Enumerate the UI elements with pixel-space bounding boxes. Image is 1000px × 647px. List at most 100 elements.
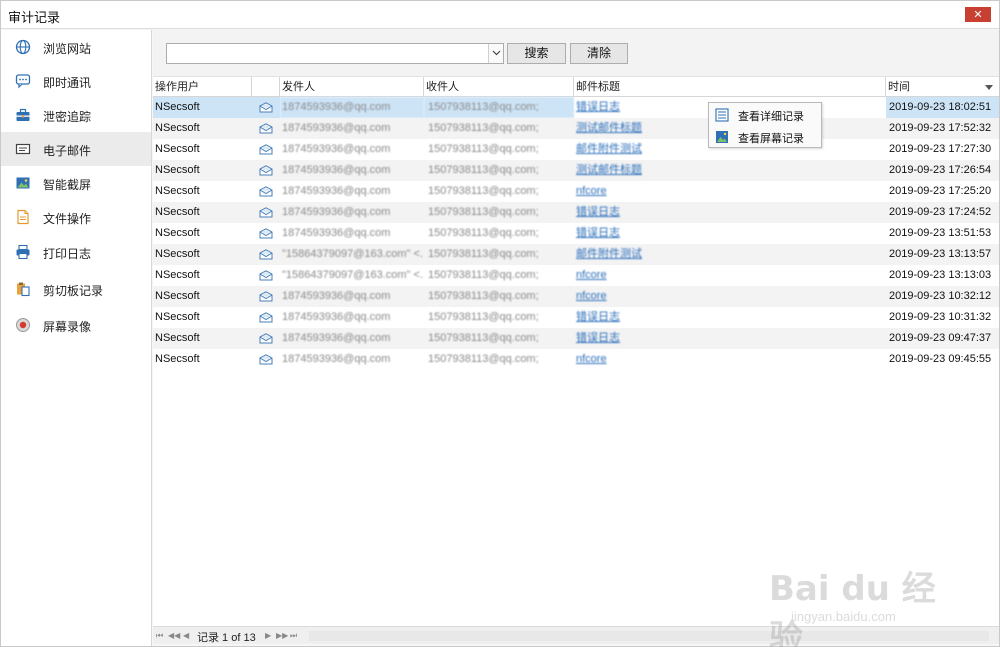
sidebar-item-email[interactable]: 电子邮件 bbox=[1, 132, 151, 166]
table-row[interactable]: NSecsoft "15864379097@163.com" <... 150793… bbox=[153, 265, 999, 286]
cell-subject-link[interactable]: 错误日志 bbox=[574, 223, 886, 244]
cell-time: 2019-09-23 18:02:51 bbox=[886, 97, 999, 118]
cell-user: NSecsoft bbox=[155, 353, 200, 365]
next-page-button[interactable]: ▶ bbox=[265, 631, 271, 641]
table-row[interactable]: NSecsoft 1874593936@qq.com 1507938113@qq.c… bbox=[153, 349, 999, 370]
sort-descending-icon bbox=[985, 85, 993, 90]
menu-item-view-screen[interactable]: 查看屏幕记录 bbox=[709, 126, 821, 148]
cell-subject-link[interactable]: nfcore bbox=[574, 349, 886, 370]
prev-page-button[interactable]: ◀ bbox=[183, 631, 189, 641]
dropdown-button[interactable] bbox=[488, 44, 503, 63]
cell-time: 2019-09-23 10:31:32 bbox=[889, 311, 992, 323]
cell-subject-link[interactable]: 错误日志 bbox=[574, 328, 886, 349]
sidebar-item-print-log[interactable]: 打印日志 bbox=[1, 235, 151, 269]
cell-user: NSecsoft bbox=[155, 290, 200, 302]
table-row[interactable]: NSecsoft 1874593936@qq.com 1507938113@qq.c… bbox=[153, 139, 999, 160]
cell-time: 2019-09-23 17:25:20 bbox=[889, 185, 992, 197]
cell-subject-link[interactable]: nfcore bbox=[574, 286, 886, 307]
search-input[interactable] bbox=[169, 45, 487, 62]
cell-time: 2019-09-23 10:32:12 bbox=[889, 290, 992, 302]
envelope-icon bbox=[259, 249, 273, 260]
cell-time: 2019-09-23 17:26:54 bbox=[889, 164, 992, 176]
sidebar-item-browse[interactable]: 浏览网站 bbox=[1, 30, 151, 64]
table-row[interactable]: NSecsoft 1874593936@qq.com 1507938113@qq.c… bbox=[153, 202, 999, 223]
cell-subject-link[interactable]: 邮件附件测试 bbox=[574, 244, 886, 265]
table-row[interactable]: NSecsoft "15864379097@163.com" <... 150793… bbox=[153, 244, 999, 265]
cell-to: 1507938113@qq.com; bbox=[428, 143, 539, 155]
cell-icon bbox=[252, 202, 280, 223]
search-button[interactable]: 搜索 bbox=[507, 43, 566, 64]
email-icon bbox=[15, 143, 31, 155]
column-header-to[interactable]: 收件人 bbox=[424, 77, 574, 97]
table-row[interactable]: NSecsoft 1874593936@qq.com 1507938113@qq.c… bbox=[153, 286, 999, 307]
next-page-fast-button[interactable]: ▶▶ bbox=[276, 631, 288, 641]
horizontal-scrollbar[interactable] bbox=[309, 631, 989, 641]
envelope-icon bbox=[259, 186, 273, 197]
cell-time: 2019-09-23 17:52:32 bbox=[889, 122, 992, 134]
globe-icon bbox=[15, 39, 31, 55]
table-row[interactable]: NSecsoft 1874593936@qq.com 1507938113@qq.c… bbox=[153, 97, 999, 118]
envelope-icon bbox=[259, 123, 273, 134]
table-row[interactable]: NSecsoft 1874593936@qq.com 1507938113@qq.c… bbox=[153, 307, 999, 328]
close-button[interactable]: ✕ bbox=[965, 7, 991, 22]
last-page-button[interactable]: ⏭ bbox=[290, 631, 297, 641]
cell-user: NSecsoft bbox=[155, 269, 200, 281]
cell-icon bbox=[252, 349, 280, 370]
clear-button[interactable]: 清除 bbox=[570, 43, 628, 64]
cell-time: 2019-09-23 13:13:03 bbox=[889, 269, 992, 281]
table-row[interactable]: NSecsoft 1874593936@qq.com 1507938113@qq.c… bbox=[153, 223, 999, 244]
window-title: 审计记录 bbox=[8, 10, 61, 25]
cell-from: "15864379097@163.com" <... bbox=[282, 269, 424, 281]
sidebar: 浏览网站 即时通讯 泄密追踪 电子邮件 智能截屏 文件操作 打印日志 剪切板记录… bbox=[1, 30, 152, 646]
cell-time: 2019-09-23 09:45:55 bbox=[889, 353, 992, 365]
menu-item-view-details[interactable]: 查看详细记录 bbox=[709, 104, 821, 126]
cell-subject-link[interactable]: nfcore bbox=[574, 265, 886, 286]
cell-to: 1507938113@qq.com; bbox=[428, 122, 539, 134]
column-header-user[interactable]: 操作用户 bbox=[153, 77, 252, 97]
sidebar-item-im[interactable]: 即时通讯 bbox=[1, 64, 151, 98]
table-row[interactable]: NSecsoft 1874593936@qq.com 1507938113@qq.c… bbox=[153, 160, 999, 181]
prev-page-fast-button[interactable]: ◀◀ bbox=[168, 631, 180, 641]
sidebar-item-file-ops[interactable]: 文件操作 bbox=[1, 200, 151, 234]
search-combobox[interactable] bbox=[166, 43, 504, 64]
cell-user: NSecsoft bbox=[155, 311, 200, 323]
table-row[interactable]: NSecsoft 1874593936@qq.com 1507938113@qq.c… bbox=[153, 328, 999, 349]
cell-subject-link[interactable]: 错误日志 bbox=[574, 307, 886, 328]
audit-window: 审计记录 ✕ 浏览网站 即时通讯 泄密追踪 电子邮件 智能截屏 文件操作 打印日… bbox=[0, 0, 1000, 647]
cell-subject-link[interactable]: 错误日志 bbox=[574, 202, 886, 223]
table-row[interactable]: NSecsoft 1874593936@qq.com 1507938113@qq.c… bbox=[153, 118, 999, 139]
picture-icon bbox=[16, 177, 30, 189]
column-header-subject[interactable]: 邮件标题 bbox=[574, 77, 886, 97]
sidebar-item-clipboard[interactable]: 剪切板记录 bbox=[1, 272, 151, 306]
cell-icon bbox=[252, 139, 280, 160]
record-icon bbox=[16, 318, 30, 332]
sidebar-item-screen-record[interactable]: 屏幕录像 bbox=[1, 308, 151, 342]
cell-subject-link[interactable]: nfcore bbox=[574, 181, 886, 202]
table-row[interactable]: NSecsoft 1874593936@qq.com 1507938113@qq.c… bbox=[153, 181, 999, 202]
cell-icon bbox=[252, 244, 280, 265]
column-header-time[interactable]: 时间 bbox=[886, 77, 999, 97]
cell-icon bbox=[252, 265, 280, 286]
sidebar-item-screenshot[interactable]: 智能截屏 bbox=[1, 166, 151, 200]
cell-to: 1507938113@qq.com; bbox=[424, 97, 574, 118]
sidebar-item-leak-trace[interactable]: 泄密追踪 bbox=[1, 98, 151, 132]
cell-subject-link[interactable]: 测试邮件标题 bbox=[574, 160, 886, 181]
envelope-icon bbox=[259, 228, 273, 239]
cell-to: 1507938113@qq.com; bbox=[428, 185, 539, 197]
cell-to: 1507938113@qq.com; bbox=[428, 269, 539, 281]
cell-from: 1874593936@qq.com bbox=[282, 164, 391, 176]
sidebar-item-label: 打印日志 bbox=[43, 247, 92, 261]
record-counter: 记录 1 of 13 bbox=[197, 632, 256, 644]
column-header-icon[interactable] bbox=[252, 77, 280, 97]
cell-from: 1874593936@qq.com bbox=[280, 97, 424, 118]
cell-to: 1507938113@qq.com; bbox=[428, 332, 539, 344]
toolbar: 搜索 清除 bbox=[153, 30, 999, 77]
column-header-from[interactable]: 发件人 bbox=[280, 77, 424, 97]
cell-user: NSecsoft bbox=[155, 206, 200, 218]
main-panel: 搜索 清除 操作用户 发件人 收件人 邮件标题 时间 NSecsoft 18745… bbox=[153, 30, 999, 646]
cell-icon bbox=[252, 160, 280, 181]
first-page-button[interactable]: ⏮ bbox=[156, 631, 163, 641]
chevron-down-icon bbox=[492, 50, 501, 56]
pager: ⏮ ◀◀ ◀ 记录 1 of 13 ▶ ▶▶ ⏭ bbox=[153, 626, 999, 644]
sidebar-item-label: 浏览网站 bbox=[43, 42, 92, 56]
